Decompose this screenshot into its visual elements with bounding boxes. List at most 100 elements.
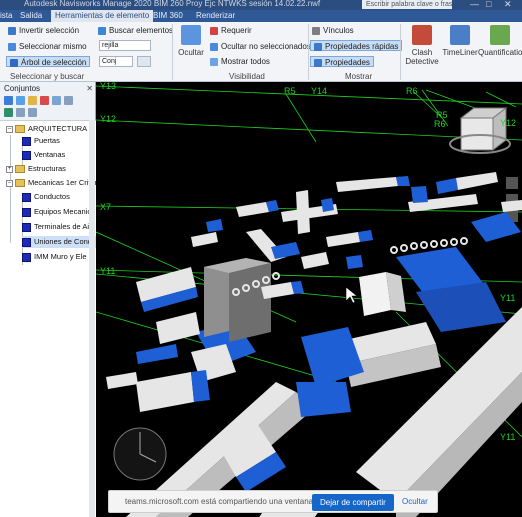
tree-scrollbar[interactable]: [89, 120, 95, 517]
save-search-icon[interactable]: [16, 96, 25, 105]
grid-label: R6: [434, 119, 446, 129]
hide-share-bar-link[interactable]: Ocultar: [402, 497, 428, 506]
sets-panel-title: Conjuntos: [4, 84, 41, 93]
help-search-input[interactable]: Escribir palabra clave o frase: [362, 0, 452, 9]
minimize-button[interactable]: —: [470, 0, 479, 9]
screen-share-bar: teams.microsoft.com está compartiendo un…: [108, 490, 438, 513]
show-all-icon: [210, 57, 218, 66]
tree-folder-arquitectura[interactable]: – ARQUITECTURA: [6, 123, 87, 135]
new-folder-icon[interactable]: [28, 96, 37, 105]
expand-icon[interactable]: +: [6, 165, 13, 173]
grid-label: Y14: [311, 86, 327, 96]
tree-set-imm[interactable]: IMM Muro y Ele: [22, 251, 87, 263]
tree-set-conductos[interactable]: Conductos: [22, 191, 70, 203]
folder-icon: [15, 179, 25, 188]
tab-render[interactable]: Renderizar: [196, 10, 235, 22]
grid-label: Y12: [500, 118, 516, 128]
close-panel-icon[interactable]: ✕: [86, 84, 93, 94]
tree-label: Puertas: [34, 136, 60, 145]
selection-tree-button[interactable]: Árbol de selección: [6, 56, 91, 67]
stop-sharing-button[interactable]: Dejar de compartir: [312, 494, 394, 511]
grid-label: Y11: [100, 266, 115, 276]
tree-label: Uniones de Cond: [34, 237, 92, 246]
properties-button[interactable]: Propiedades: [310, 56, 374, 67]
show-all-button[interactable]: Mostrar todos: [210, 56, 270, 67]
collapse-icon[interactable]: –: [6, 125, 13, 133]
sort-icon[interactable]: [64, 96, 73, 105]
links-button[interactable]: Vínculos: [312, 25, 354, 36]
find-items-button[interactable]: Buscar elementos: [98, 25, 173, 36]
hide-button[interactable]: Ocultar: [176, 25, 206, 57]
folder-icon: [15, 165, 25, 174]
hide-icon: [181, 25, 201, 45]
select-same-label: Seleccionar mismo: [19, 42, 87, 51]
sets-panel-header: Conjuntos ✕: [0, 84, 96, 94]
mouse-cursor-icon: [345, 286, 358, 304]
axis-gizmo-icon: [113, 427, 167, 481]
quantification-button[interactable]: Quantification: [478, 25, 522, 57]
app-window: Autodesk Navisworks Manage 2020 BIM 260 …: [0, 0, 522, 517]
timeliner-label: TimeLiner: [442, 48, 478, 57]
invert-selection-button[interactable]: Invertir selección: [8, 25, 79, 36]
timeliner-button[interactable]: TimeLiner: [441, 25, 479, 57]
require-label: Requerir: [221, 26, 252, 35]
grid-label: X7: [100, 202, 111, 212]
grid-label: Y11: [500, 432, 515, 442]
ribbon: Invertir selección Seleccionar mismo Árb…: [0, 22, 522, 82]
title-bar: Autodesk Navisworks Manage 2020 BIM 260 …: [0, 0, 522, 10]
quick-properties-label: Propiedades rápidas: [325, 42, 399, 51]
tab-bim360[interactable]: BIM 360: [153, 10, 183, 22]
quick-find-input[interactable]: rejilla: [99, 40, 151, 51]
import-export-icon[interactable]: [52, 96, 61, 105]
properties-icon: [314, 58, 322, 67]
rename-icon[interactable]: [28, 108, 37, 117]
tree-set-terminales[interactable]: Terminales de Air: [22, 221, 92, 233]
tree-folder-estructuras[interactable]: + Estructuras: [6, 163, 66, 175]
hide-unselected-label: Ocultar no seleccionados: [221, 42, 311, 51]
tree-label: Ventanas: [34, 150, 66, 159]
tree-label: Estructuras: [28, 164, 66, 173]
tree-label: Terminales de Air: [34, 222, 92, 231]
clash-label: Clash: [411, 48, 433, 57]
ribbon-tabs: ista Salida Herramientas de elemento BIM…: [0, 10, 522, 22]
maximize-button[interactable]: □: [486, 0, 491, 9]
tree-set-equipos[interactable]: Equipos Mecanic: [22, 206, 91, 218]
tab-output[interactable]: Salida: [20, 10, 42, 22]
sets-dropdown[interactable]: Conj: [99, 56, 133, 67]
grid-label: Y13: [100, 82, 116, 91]
require-icon: [210, 26, 218, 35]
model-scene: Y13 R5 Y14 R6 Y12 R5 R6 Y12 X7 Y11 Y11 Y…: [96, 82, 522, 517]
require-button[interactable]: Requerir: [210, 25, 252, 36]
tree-label: IMM Muro y Ele: [34, 252, 87, 261]
links-icon: [312, 26, 320, 35]
tab-item-tools[interactable]: Herramientas de elemento: [51, 10, 154, 22]
sets-toolbar: [2, 96, 94, 118]
tab-view[interactable]: ista: [0, 10, 12, 22]
hide-label: Ocultar: [178, 48, 204, 57]
close-button[interactable]: ✕: [504, 0, 512, 10]
delete-icon[interactable]: [40, 96, 49, 105]
3d-viewport[interactable]: Y13 R5 Y14 R6 Y12 R5 R6 Y12 X7 Y11 Y11 Y…: [96, 82, 522, 517]
ribbon-separator: [308, 24, 309, 80]
timeliner-icon: [450, 25, 470, 45]
quick-properties-icon: [314, 42, 322, 51]
save-selection-icon[interactable]: [4, 96, 13, 105]
viewcube-icon[interactable]: [449, 106, 511, 154]
add-comment-icon[interactable]: [16, 108, 25, 117]
invert-selection-label: Invertir selección: [19, 26, 80, 35]
ductwork: [106, 172, 522, 517]
tree-set-uniones[interactable]: Uniones de Cond: [22, 236, 96, 248]
update-icon[interactable]: [4, 108, 13, 117]
quick-properties-button[interactable]: Propiedades rápidas: [310, 40, 403, 51]
folder-icon: [15, 125, 25, 134]
quantification-label: Quantification: [478, 48, 522, 57]
tree-set-puertas[interactable]: Puertas: [22, 135, 60, 147]
tree-label: Conductos: [34, 192, 70, 201]
clash-detective-button[interactable]: Clash Detective: [404, 25, 440, 66]
collapse-icon[interactable]: –: [6, 179, 13, 187]
hide-unselected-button[interactable]: Ocultar no seleccionados: [210, 41, 311, 52]
tree-folder-mecanicas[interactable]: – Mecanicas 1er Criter: [6, 177, 96, 189]
select-same-button[interactable]: Seleccionar mismo: [8, 41, 87, 52]
search-icon[interactable]: [137, 56, 151, 67]
tree-set-ventanas[interactable]: Ventanas: [22, 149, 65, 161]
